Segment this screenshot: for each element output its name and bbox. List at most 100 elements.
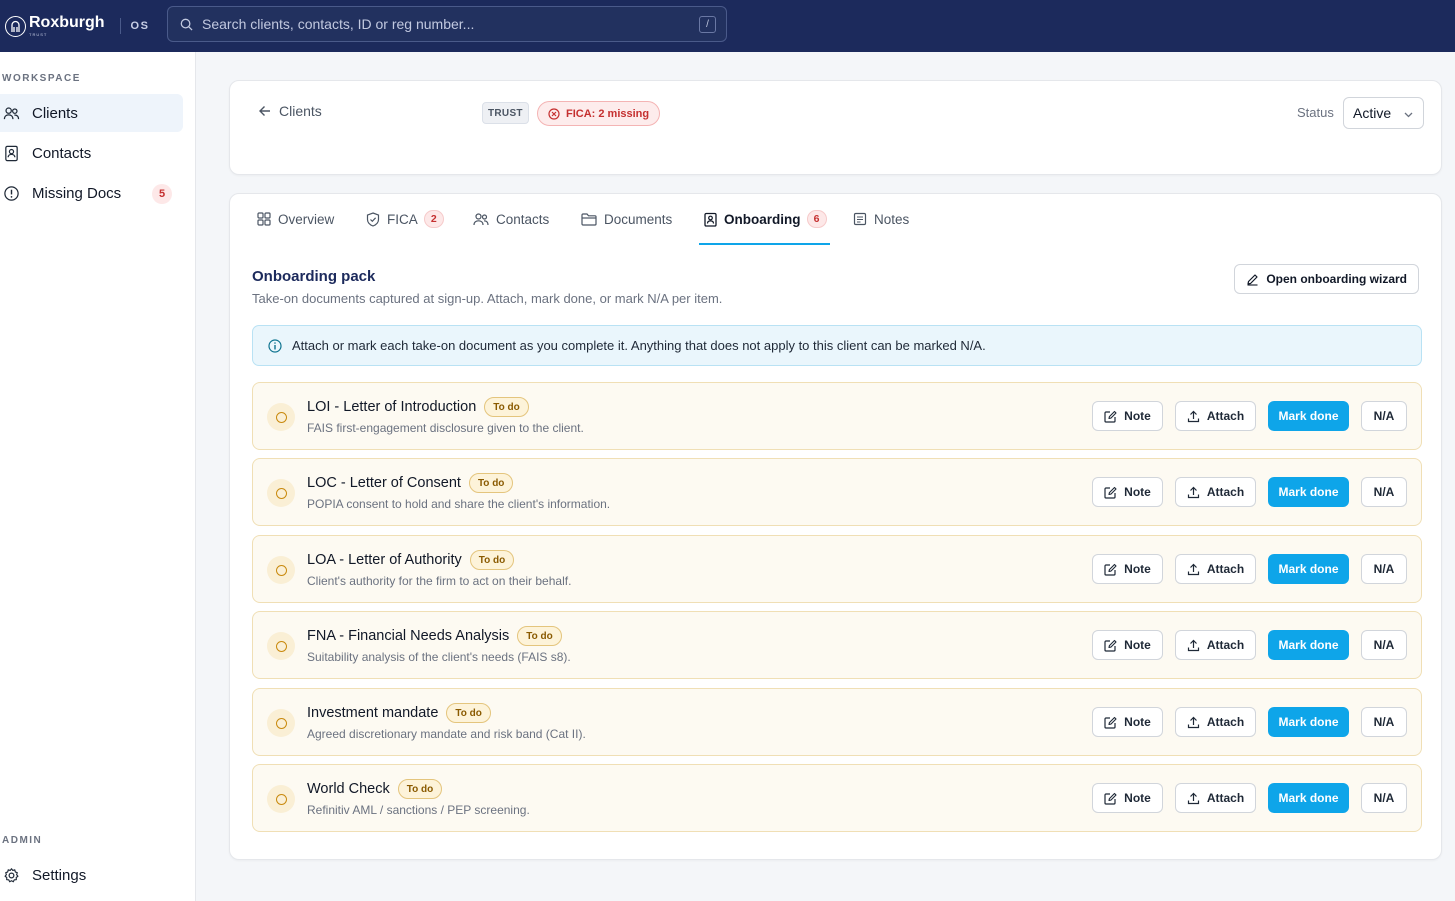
done-button-label: Mark done (1278, 409, 1339, 423)
brand-logo[interactable]: Roxburgh TRUST OS (5, 15, 149, 37)
onboarding-item-row: LOA - Letter of Authority To do Client's… (252, 535, 1422, 603)
mark-done-button[interactable]: Mark done (1268, 707, 1349, 737)
na-button-label: N/A (1373, 791, 1395, 805)
sidebar-item-settings[interactable]: Settings (0, 856, 183, 894)
client-type-badge: TRUST (482, 102, 529, 124)
tab-label: Notes (874, 211, 910, 227)
status-circle-icon[interactable] (267, 479, 295, 507)
mark-done-button[interactable]: Mark done (1268, 783, 1349, 813)
tab-documents[interactable]: Documents (581, 194, 672, 244)
tab-bar: Overview FICA 2 Contacts Documents Onboa… (230, 194, 1441, 245)
edit-note-icon (1104, 792, 1117, 805)
mark-done-button[interactable]: Mark done (1268, 401, 1349, 431)
status-label: Status (1297, 105, 1334, 120)
mark-na-button[interactable]: N/A (1361, 401, 1407, 431)
document-description: Client's authority for the firm to act o… (307, 574, 572, 588)
tab-contacts[interactable]: Contacts (473, 194, 549, 244)
tab-notes[interactable]: Notes (853, 194, 909, 244)
onboarding-item-row: Investment mandate To do Agreed discreti… (252, 688, 1422, 756)
brand-name: Roxburgh (29, 14, 105, 31)
tab-label: Documents (604, 211, 673, 227)
document-name: LOC - Letter of Consent (307, 475, 461, 491)
mark-na-button[interactable]: N/A (1361, 554, 1407, 584)
users-icon (473, 212, 489, 226)
row-actions: Note Attach Mark done N/A (1092, 630, 1407, 660)
upload-icon (1187, 716, 1200, 729)
mark-done-button[interactable]: Mark done (1268, 477, 1349, 507)
note-button-label: Note (1124, 791, 1151, 805)
logo-mark-icon (5, 15, 26, 37)
mark-na-button[interactable]: N/A (1361, 477, 1407, 507)
edit-note-icon (1104, 716, 1117, 729)
mark-done-button[interactable]: Mark done (1268, 630, 1349, 660)
x-circle-icon (548, 107, 560, 120)
open-onboarding-wizard-button[interactable]: Open onboarding wizard (1234, 264, 1419, 294)
status-circle-icon[interactable] (267, 632, 295, 660)
sidebar-item-contacts[interactable]: Contacts (0, 134, 183, 172)
document-description: Agreed discretionary mandate and risk ba… (307, 727, 586, 741)
mark-done-button[interactable]: Mark done (1268, 554, 1349, 584)
attach-button[interactable]: Attach (1175, 783, 1256, 813)
tab-onboarding[interactable]: Onboarding 6 (699, 194, 830, 245)
note-button-label: Note (1124, 485, 1151, 499)
note-button[interactable]: Note (1092, 477, 1163, 507)
row-actions: Note Attach Mark done N/A (1092, 401, 1407, 431)
done-button-label: Mark done (1278, 791, 1339, 805)
product-label: OS (130, 20, 150, 32)
attach-button[interactable]: Attach (1175, 707, 1256, 737)
note-button[interactable]: Note (1092, 783, 1163, 813)
onboarding-item-row: LOC - Letter of Consent To do POPIA cons… (252, 458, 1422, 526)
document-name: LOA - Letter of Authority (307, 552, 462, 568)
upload-icon (1187, 410, 1200, 423)
arrow-left-icon (258, 104, 272, 118)
upload-icon (1187, 563, 1200, 576)
note-button[interactable]: Note (1092, 630, 1163, 660)
status-badge: To do (468, 473, 514, 493)
attach-button[interactable]: Attach (1175, 477, 1256, 507)
back-link-label: Clients (279, 103, 322, 119)
attach-button[interactable]: Attach (1175, 401, 1256, 431)
attach-button[interactable]: Attach (1175, 630, 1256, 660)
sidebar-item-label: Contacts (32, 144, 92, 162)
status-circle-icon[interactable] (267, 556, 295, 584)
attach-button-label: Attach (1206, 485, 1245, 499)
mark-na-button[interactable]: N/A (1361, 630, 1407, 660)
tab-overview[interactable]: Overview (257, 194, 334, 244)
search-icon (180, 18, 193, 31)
status-select[interactable]: Active (1343, 97, 1424, 129)
info-banner-text: Attach or mark each take-on document as … (292, 338, 986, 353)
admin-section-label: ADMIN (2, 835, 43, 846)
search-input[interactable] (202, 16, 682, 32)
status-circle-icon[interactable] (267, 709, 295, 737)
edit-note-icon (1104, 486, 1117, 499)
document-description: Refinitiv AML / sanctions / PEP screenin… (307, 803, 530, 817)
sidebar-item-label: Clients (32, 104, 78, 122)
tab-label: Overview (278, 211, 335, 227)
status-circle-icon[interactable] (267, 785, 295, 813)
info-icon (268, 338, 282, 353)
note-button[interactable]: Note (1092, 707, 1163, 737)
wizard-button-label: Open onboarding wizard (1266, 272, 1407, 286)
onboarding-item-row: LOI - Letter of Introduction To do FAIS … (252, 382, 1422, 450)
global-search[interactable]: / (167, 6, 727, 42)
na-button-label: N/A (1373, 562, 1395, 576)
sidebar-item-missing-docs[interactable]: Missing Docs 5 (0, 174, 183, 212)
sidebar-item-clients[interactable]: Clients (0, 94, 183, 132)
back-to-clients-link[interactable]: Clients (258, 103, 322, 119)
status-circle-icon[interactable] (267, 403, 295, 431)
note-button[interactable]: Note (1092, 401, 1163, 431)
mark-na-button[interactable]: N/A (1361, 783, 1407, 813)
done-button-label: Mark done (1278, 638, 1339, 652)
top-bar: Roxburgh TRUST OS / (0, 0, 1455, 52)
sidebar-item-label: Missing Docs (32, 184, 122, 202)
row-actions: Note Attach Mark done N/A (1092, 707, 1407, 737)
note-button[interactable]: Note (1092, 554, 1163, 584)
section-title: Onboarding pack (252, 268, 376, 285)
mark-na-button[interactable]: N/A (1361, 707, 1407, 737)
attach-button[interactable]: Attach (1175, 554, 1256, 584)
fica-status-badge: FICA: 2 missing (537, 101, 661, 126)
row-actions: Note Attach Mark done N/A (1092, 554, 1407, 584)
note-icon (853, 212, 867, 226)
tab-label: Contacts (496, 211, 550, 227)
tab-fica[interactable]: FICA 2 (366, 194, 444, 244)
